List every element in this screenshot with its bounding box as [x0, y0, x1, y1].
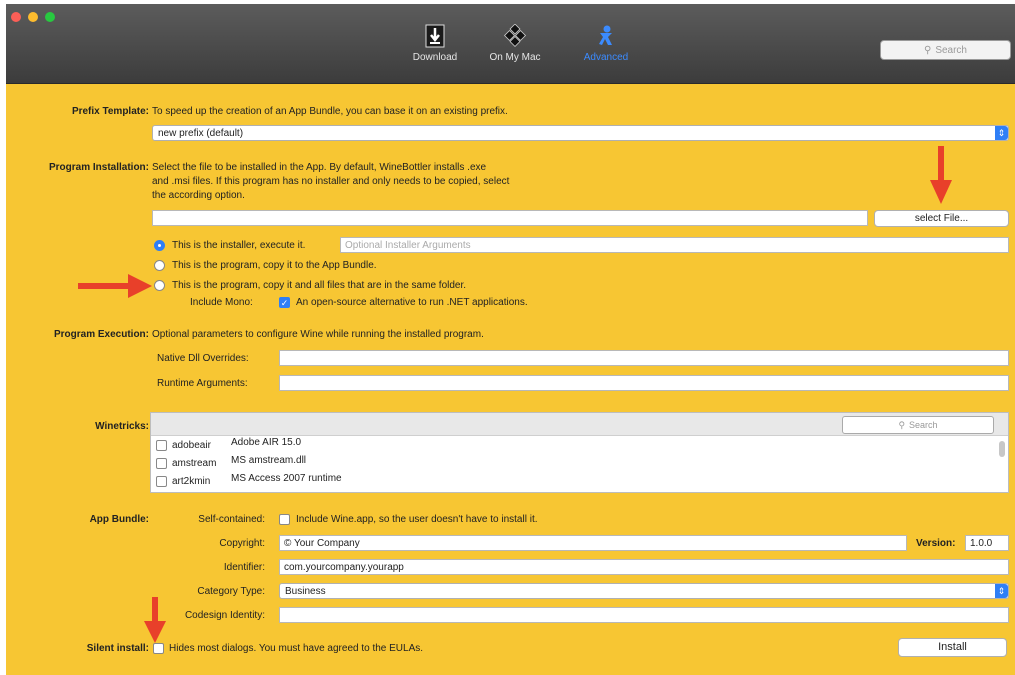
prefix-template-description: To speed up the creation of an App Bundl…: [152, 106, 508, 117]
install-button[interactable]: Install: [898, 638, 1007, 657]
list-item[interactable]: art2kmin MS Access 2007 runtime: [151, 473, 1008, 491]
identifier-label: Identifier:: [223, 562, 265, 573]
toolbar-advanced-label: Advanced: [583, 52, 629, 63]
self-contained-checkbox[interactable]: [279, 514, 290, 525]
download-icon: [425, 24, 445, 48]
include-mono-description: An open-source alternative to run .NET a…: [296, 297, 528, 308]
category-type-popup[interactable]: Business ⇕: [279, 583, 1009, 599]
silent-install-checkbox[interactable]: [153, 643, 164, 654]
search-icon: ⚲: [923, 44, 932, 56]
toolbar-advanced-button[interactable]: Advanced: [571, 24, 641, 74]
red-arrow-down-icon: [144, 597, 166, 643]
red-arrow-right-icon: [78, 274, 152, 298]
winetricks-item-description: MS Access 2007 runtime: [231, 473, 342, 484]
list-item[interactable]: amstream MS amstream.dll: [151, 455, 1008, 473]
codesign-identity-label: Codesign Identity:: [184, 610, 265, 621]
radio-copy-program-folder[interactable]: [154, 280, 165, 291]
program-file-field[interactable]: [152, 210, 868, 226]
program-installation-desc-1: Select the file to be installed in the A…: [152, 162, 487, 173]
include-mono-label: Include Mono:: [190, 297, 253, 308]
installer-arguments-field[interactable]: Optional Installer Arguments: [340, 237, 1009, 253]
toolbar-download-label: Download: [412, 52, 458, 63]
winetricks-item-key: amstream: [172, 458, 217, 469]
radio-copy-program-folder-label: This is the program, copy it and all fil…: [172, 280, 467, 291]
winetricks-item-checkbox[interactable]: [156, 458, 167, 469]
radio-copy-program-label: This is the program, copy it to the App …: [172, 260, 377, 271]
toolbar: Download On My Mac Advanced ⚲ Search: [6, 4, 1015, 84]
program-installation-label: Program Installation:: [48, 162, 149, 173]
winetricks-item-description: Adobe AIR 15.0: [231, 437, 302, 448]
self-contained-description: Include Wine.app, so the user doesn't ha…: [296, 514, 538, 525]
runtime-arguments-label: Runtime Arguments:: [157, 378, 248, 389]
native-dll-overrides-label: Native Dll Overrides:: [157, 353, 249, 364]
toolbar-search-placeholder: Search: [935, 44, 967, 56]
prefix-template-label: Prefix Template:: [71, 106, 149, 117]
version-label: Version:: [916, 538, 956, 549]
minimize-window-button[interactable]: [28, 12, 38, 22]
runtime-arguments-field[interactable]: [279, 375, 1009, 391]
close-window-button[interactable]: [11, 12, 21, 22]
codesign-identity-field[interactable]: [279, 607, 1009, 623]
include-mono-checkbox[interactable]: ✓: [279, 297, 290, 308]
program-execution-description: Optional parameters to configure Wine wh…: [152, 329, 484, 340]
popup-arrows-icon: ⇕: [995, 584, 1008, 598]
toolbar-download-button[interactable]: Download: [403, 24, 467, 74]
program-installation-desc-3: the according option.: [152, 190, 245, 201]
winetricks-item-key: art2kmin: [172, 476, 211, 487]
red-arrow-down-icon: [930, 146, 952, 204]
winetricks-search-placeholder: Search: [909, 420, 938, 430]
copyright-field[interactable]: © Your Company: [279, 535, 907, 551]
winetricks-item-checkbox[interactable]: [156, 476, 167, 487]
zoom-window-button[interactable]: [45, 12, 55, 22]
category-type-selected: Business: [285, 586, 326, 597]
radio-execute-installer[interactable]: [154, 240, 165, 251]
winetricks-scrollbar[interactable]: [999, 441, 1005, 457]
self-contained-label: Self-contained:: [198, 514, 265, 525]
app-bundle-label: App Bundle:: [89, 514, 149, 525]
prefix-template-popup[interactable]: new prefix (default) ⇕: [152, 125, 1009, 141]
version-field[interactable]: 1.0.0: [965, 535, 1009, 551]
prefix-template-selected: new prefix (default): [158, 128, 244, 139]
winebottler-window: Download On My Mac Advanced ⚲ Search Pre…: [6, 4, 1015, 675]
radio-execute-installer-label: This is the installer, execute it.: [172, 240, 306, 251]
winetricks-item-checkbox[interactable]: [156, 440, 167, 451]
search-icon: ⚲: [898, 419, 906, 430]
winetricks-list[interactable]: ⚲ Search adobeair Adobe AIR 15.0 amstrea…: [150, 412, 1009, 493]
winetricks-item-description: MS amstream.dll: [231, 455, 307, 466]
winetricks-list-header: ⚲ Search: [151, 413, 1008, 436]
identifier-field[interactable]: com.yourcompany.yourapp: [279, 559, 1009, 575]
category-type-label: Category Type:: [197, 586, 265, 597]
program-installation-desc-2: and .msi files. If this program has no i…: [152, 176, 510, 187]
winetricks-label: Winetricks:: [95, 421, 149, 432]
silent-install-description: Hides most dialogs. You must have agreed…: [169, 643, 424, 654]
popup-arrows-icon: ⇕: [995, 126, 1008, 140]
list-item[interactable]: adobeair Adobe AIR 15.0: [151, 437, 1008, 455]
advanced-tools-icon: [599, 25, 612, 45]
copyright-label: Copyright:: [219, 538, 265, 549]
native-dll-overrides-field[interactable]: [279, 350, 1009, 366]
radio-copy-program[interactable]: [154, 260, 165, 271]
winetricks-search-field[interactable]: ⚲ Search: [842, 416, 994, 434]
winetricks-item-key: adobeair: [172, 440, 211, 451]
toolbar-on-my-mac-button[interactable]: On My Mac: [483, 24, 547, 74]
wine-grapes-icon: [503, 24, 527, 48]
silent-install-label: Silent install:: [86, 643, 149, 654]
toolbar-search-field[interactable]: ⚲ Search: [880, 40, 1011, 60]
toolbar-on-my-mac-label: On My Mac: [489, 52, 541, 63]
program-execution-label: Program Execution:: [53, 329, 149, 340]
select-file-button[interactable]: select File...: [874, 210, 1009, 227]
